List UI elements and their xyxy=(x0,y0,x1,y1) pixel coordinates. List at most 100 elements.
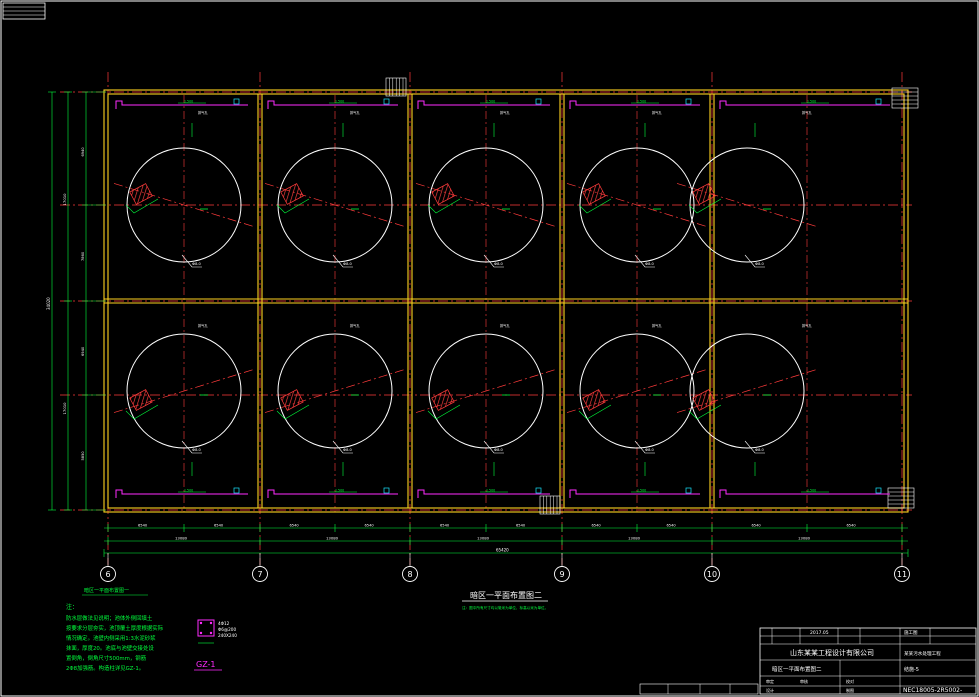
axis-label: 9 xyxy=(559,570,564,579)
vent-label: 排气孔 xyxy=(350,110,360,115)
ladder xyxy=(887,487,915,509)
dim-text: 6540 xyxy=(440,524,450,528)
inlet-hatch xyxy=(280,389,304,411)
dim-text: 6540 xyxy=(516,524,526,528)
tank-label: Ф8.0 xyxy=(343,448,353,452)
title-project: 某某污水处理工程 xyxy=(904,650,941,657)
note-line: 置倒角，倒角尺寸500mm，钢筋 xyxy=(66,654,147,662)
inlet-hatch xyxy=(582,389,606,411)
vent-label: 排气孔 xyxy=(802,323,812,328)
vent-label: 排气孔 xyxy=(652,110,662,115)
sump-outline xyxy=(115,489,248,498)
dim-text: 7860 xyxy=(81,251,85,261)
sump-label: 1.500 xyxy=(807,100,816,104)
inlet-hatch xyxy=(431,389,455,411)
dim-text: 13080 xyxy=(628,536,641,541)
vent-mark xyxy=(233,487,240,494)
axis-label: 7 xyxy=(257,570,262,579)
sump-outline xyxy=(569,100,700,109)
note-line: 按要求分层夯实，池顶覆土厚度根据实际 xyxy=(66,624,164,632)
dim-text: 13080 xyxy=(798,536,811,541)
sump-outline xyxy=(417,100,550,109)
vent-mark xyxy=(875,98,882,105)
dim-text: 34020 xyxy=(46,297,51,310)
dim-text: 13080 xyxy=(175,536,188,541)
tank-label: Ф8.0 xyxy=(494,262,504,266)
tank-label: Ф8.0 xyxy=(755,448,765,452)
column-spec: Φ6@200 xyxy=(218,627,236,632)
sump-label: 1.500 xyxy=(184,100,193,104)
vent-label: 排气孔 xyxy=(198,323,208,328)
dim-text: 6540 xyxy=(752,524,762,528)
stair xyxy=(385,77,407,97)
column-label: GZ-1 xyxy=(196,660,216,669)
title-row: 校对 xyxy=(846,678,854,684)
axis-label: 11 xyxy=(897,570,907,579)
dimension-lines: 6540 6540 6540 6540 6540 6540 6540 6540 6540 6540… xyxy=(46,91,909,557)
stair xyxy=(539,495,561,515)
sump-label: 1.500 xyxy=(486,489,495,493)
dim-text: 5850 xyxy=(81,451,85,461)
sump-label: 1.500 xyxy=(637,100,646,104)
axis-label: 6 xyxy=(105,570,110,579)
left-caption: 暗区一平面布置图一 xyxy=(84,587,129,594)
title-drawing-no: NEC18005-2R5002- xyxy=(903,687,962,694)
dim-text: 6540 xyxy=(365,524,375,528)
title-block: 2017.05 施工图 山东某某工程设计有限公司 某某污水处理工程 暗区一平面布… xyxy=(759,627,977,695)
tank-label: Ф8.0 xyxy=(755,262,765,266)
title-drawing-name: 暗区一平面布置图二 xyxy=(772,665,822,673)
inlet-hatch xyxy=(431,183,455,205)
corner-stamp xyxy=(2,2,46,20)
tank-cell: Ф8.0 1.500 排气孔 xyxy=(676,98,890,268)
vent-label: 排气孔 xyxy=(802,110,812,115)
tank-label: Ф8.0 xyxy=(192,262,202,266)
column-spec: 4Φ12 xyxy=(218,621,230,626)
sump-outline xyxy=(115,100,248,109)
dim-text: 6540 xyxy=(847,524,857,528)
title-company: 山东某某工程设计有限公司 xyxy=(790,648,874,657)
tank-label: Ф8.0 xyxy=(494,448,504,452)
title-row: 设计 xyxy=(766,687,774,693)
dim-text: 17010 xyxy=(62,402,67,415)
dim-text: 13080 xyxy=(477,536,490,541)
sump-outline xyxy=(267,489,398,498)
tank-label: Ф8.0 xyxy=(343,262,353,266)
inlet-hatch xyxy=(280,183,304,205)
dim-text: 6540 xyxy=(138,524,148,528)
axis-label: 8 xyxy=(407,570,412,579)
caption-note: 注：图中所有尺寸均以毫米为单位，标高以米为单位。 xyxy=(462,605,548,610)
note-line: 抹面，厚度20。池底与池壁交接处设 xyxy=(66,644,154,652)
notes-block: 注： 防水层做法见说明；池体外侧回填土 按要求分层夯实，池顶覆土厚度根据实际 情… xyxy=(66,603,164,672)
dim-text: 6540 xyxy=(592,524,602,528)
sump-label: 1.500 xyxy=(184,489,193,493)
note-line: 情况确定。池壁内侧采用1:3水泥砂浆 xyxy=(66,634,156,642)
column-spec: 240X240 xyxy=(218,633,237,638)
vent-label: 排气孔 xyxy=(652,323,662,328)
sump-label: 1.500 xyxy=(335,100,344,104)
vent-label: 排气孔 xyxy=(198,110,208,115)
dim-text: 6540 xyxy=(667,524,677,528)
sump-outline xyxy=(719,489,890,498)
tank-cell: Ф8.0 1.500 排气孔 xyxy=(676,323,890,498)
vent-label: 排气孔 xyxy=(500,110,510,115)
ladder-outline xyxy=(891,87,919,109)
dim-text: 6540 xyxy=(290,524,300,528)
dim-text: 6940 xyxy=(81,346,85,356)
vent-mark xyxy=(383,487,390,494)
vent-mark xyxy=(535,98,542,105)
dim-text: 13080 xyxy=(326,536,339,541)
vent-mark xyxy=(233,98,240,105)
title-row: 审定 xyxy=(766,678,774,684)
note-line: 防水层做法见说明；池体外侧回填土 xyxy=(66,614,153,622)
ladder xyxy=(891,87,919,109)
sump-label: 1.500 xyxy=(807,489,816,493)
vent-mark xyxy=(685,487,692,494)
axis-label: 10 xyxy=(707,570,717,579)
dim-text: 6540 xyxy=(214,524,224,528)
note-line: 2Φ8加强筋。构造柱详见GZ-1。 xyxy=(66,664,144,672)
tank-walls xyxy=(103,77,919,515)
dim-text: 65420 xyxy=(496,548,509,553)
dim-text: 6940 xyxy=(81,147,85,157)
sump-label: 1.500 xyxy=(335,489,344,493)
sump-outline xyxy=(267,100,398,109)
